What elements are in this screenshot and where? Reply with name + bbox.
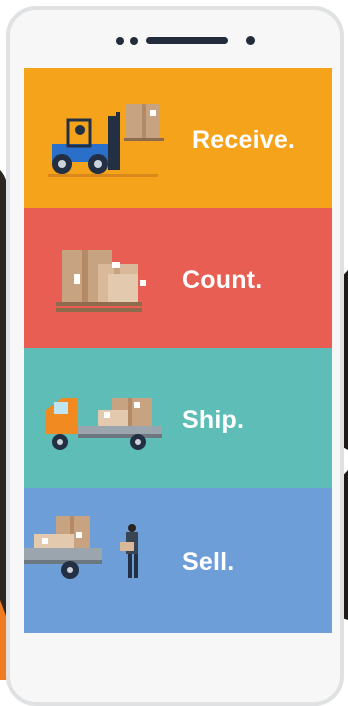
- panel-sell[interactable]: Sell.: [24, 488, 332, 633]
- salesperson-trailer-icon: [24, 516, 138, 579]
- pallet-boxes-icon: [56, 250, 146, 312]
- forklift-icon: [48, 104, 164, 177]
- camera-dot-icon: [116, 37, 124, 45]
- speaker-bar-icon: [146, 37, 228, 44]
- front-camera-icon: [246, 36, 255, 45]
- receive-label: Receive.: [192, 126, 296, 154]
- ship-label: Ship.: [182, 406, 245, 434]
- panel-count[interactable]: Count.: [24, 208, 332, 348]
- panel-receive[interactable]: Receive.: [24, 68, 332, 208]
- sell-label: Sell.: [182, 548, 235, 576]
- delivery-truck-icon: [46, 398, 162, 450]
- panel-ship[interactable]: Ship.: [24, 348, 332, 488]
- count-label: Count.: [182, 266, 263, 294]
- sensor-dot-icon: [130, 37, 138, 45]
